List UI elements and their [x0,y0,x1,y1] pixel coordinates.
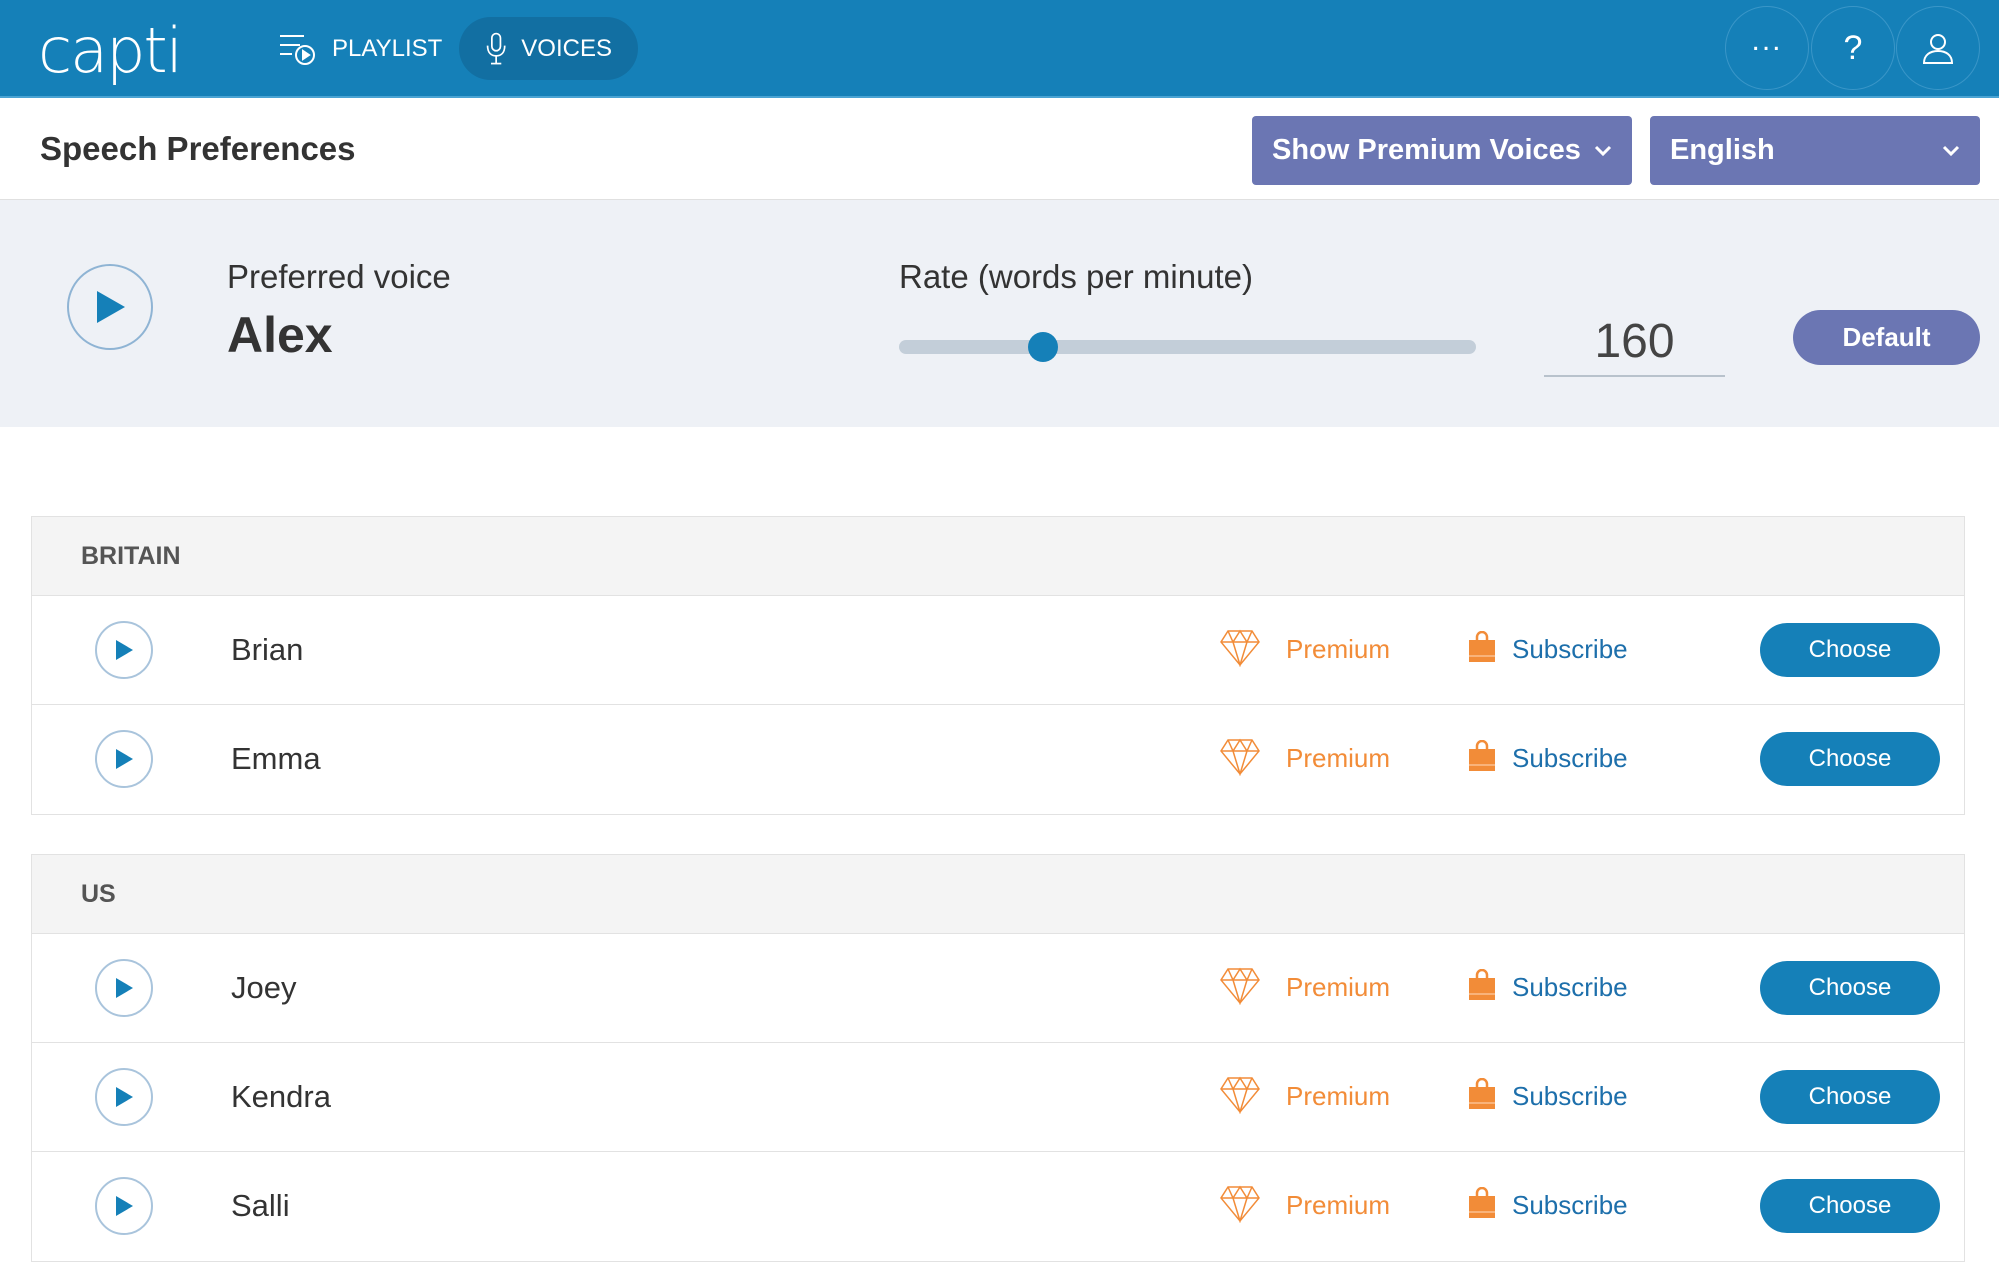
diamond-icon [1219,1076,1261,1114]
play-icon [113,976,135,1000]
rate-slider[interactable] [899,340,1476,354]
nav-voices-label: VOICES [521,35,612,63]
chevron-down-icon [1942,145,1960,157]
nav-playlist-label: PLAYLIST [332,35,442,63]
preview-voice-button[interactable] [95,730,153,788]
default-button[interactable]: Default [1793,310,1980,365]
choose-button[interactable]: Choose [1760,732,1940,786]
voice-name: Joey [231,970,296,1006]
rate-slider-thumb[interactable] [1028,332,1058,362]
preview-voice-button[interactable] [95,621,153,679]
subscribe-link[interactable]: Subscribe [1512,972,1628,1003]
shopping-bag-icon [1467,740,1497,772]
rate-input[interactable]: 160 [1544,314,1725,377]
play-icon [93,289,127,325]
section-header: BRITAIN [32,517,1964,596]
play-icon [113,1194,135,1218]
shopping-bag-icon [1467,1078,1497,1110]
choose-button[interactable]: Choose [1760,961,1940,1015]
help-icon: ? [1844,29,1863,68]
diamond-icon [1219,1185,1261,1223]
more-icon: ... [1751,24,1782,58]
language-value: English [1670,134,1775,167]
preview-preferred-voice-button[interactable] [67,264,153,350]
diamond-icon [1219,738,1261,776]
choose-button[interactable]: Choose [1760,1179,1940,1233]
subscribe-link[interactable]: Subscribe [1512,1190,1628,1221]
preferences-panel: Preferred voice Alex Rate (words per min… [0,200,1999,427]
voice-row: Joey Premium Subscribe Choose [32,934,1964,1043]
voice-row: Salli Premium Subscribe Choose [32,1152,1964,1261]
diamond-icon [1219,967,1261,1005]
preferred-voice-label: Preferred voice [227,258,451,296]
premium-label: Premium [1286,1190,1390,1221]
top-bar: capti PLAYLIST VOICES ... ? [0,0,1999,98]
subscribe-link[interactable]: Subscribe [1512,743,1628,774]
microphone-icon [485,29,507,69]
more-button[interactable]: ... [1725,6,1809,90]
capti-logo[interactable]: capti [38,14,181,87]
play-icon [113,747,135,771]
premium-filter-value: Show Premium Voices [1272,134,1581,167]
account-button[interactable] [1896,6,1980,90]
playlist-icon [278,32,318,66]
sub-header: Speech Preferences Show Premium Voices E… [0,100,1999,200]
section-header: US [32,855,1964,934]
preview-voice-button[interactable] [95,959,153,1017]
shopping-bag-icon [1467,1187,1497,1219]
premium-label: Premium [1286,634,1390,665]
diamond-icon [1219,629,1261,667]
play-icon [113,1085,135,1109]
subscribe-link[interactable]: Subscribe [1512,634,1628,665]
preview-voice-button[interactable] [95,1177,153,1235]
choose-button[interactable]: Choose [1760,1070,1940,1124]
voice-row: Brian Premium Subscribe Choose [32,596,1964,705]
shopping-bag-icon [1467,969,1497,1001]
page-title: Speech Preferences [40,130,356,168]
shopping-bag-icon [1467,631,1497,663]
premium-filter-dropdown[interactable]: Show Premium Voices [1252,116,1632,185]
user-icon [1921,31,1955,65]
choose-button[interactable]: Choose [1760,623,1940,677]
nav-playlist[interactable]: PLAYLIST [252,17,468,80]
voice-name: Kendra [231,1079,331,1115]
premium-label: Premium [1286,1081,1390,1112]
voice-row: Emma Premium Subscribe Choose [32,705,1964,814]
preview-voice-button[interactable] [95,1068,153,1126]
voice-name: Brian [231,632,303,668]
language-dropdown[interactable]: English [1650,116,1980,185]
premium-label: Premium [1286,972,1390,1003]
voice-row: Kendra Premium Subscribe Choose [32,1043,1964,1152]
help-button[interactable]: ? [1811,6,1895,90]
nav-voices[interactable]: VOICES [459,17,638,80]
preferred-voice-name: Alex [227,306,333,364]
play-icon [113,638,135,662]
voice-section: US Joey Premium Subscribe Choose Kendra … [31,854,1965,1262]
subscribe-link[interactable]: Subscribe [1512,1081,1628,1112]
chevron-down-icon [1594,145,1612,157]
voice-section: BRITAIN Brian Premium Subscribe Choose E… [31,516,1965,815]
voice-name: Salli [231,1188,290,1224]
rate-label: Rate (words per minute) [899,258,1253,296]
premium-label: Premium [1286,743,1390,774]
voice-name: Emma [231,741,321,777]
